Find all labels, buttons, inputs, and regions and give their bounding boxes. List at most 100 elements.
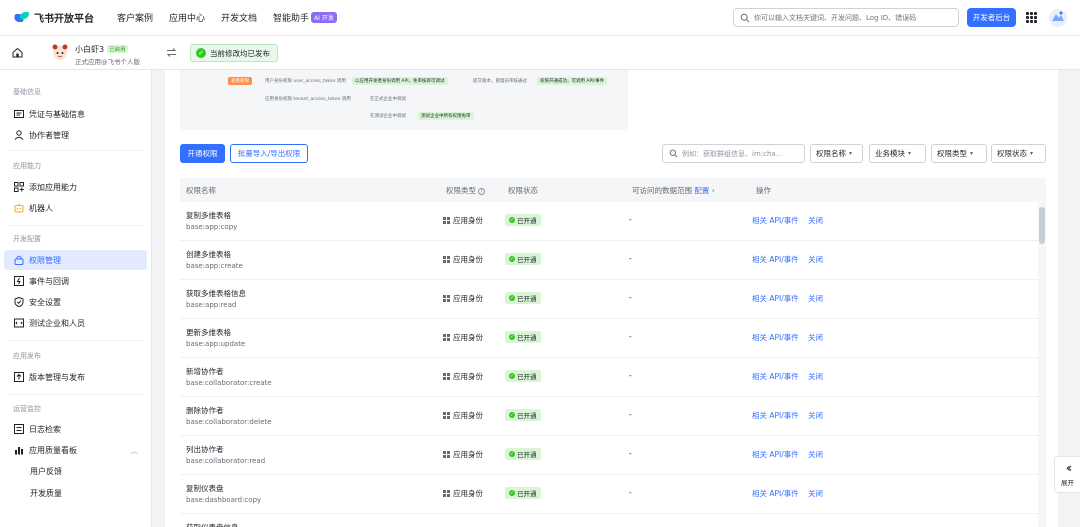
- doc-search-input[interactable]: [754, 13, 954, 22]
- shield-icon: [14, 297, 24, 307]
- apps-grid-icon[interactable]: [1026, 12, 1037, 23]
- permission-name: 列出协作者: [186, 445, 224, 454]
- sidebar-item-test-company[interactable]: 测试企业和人员: [4, 313, 147, 333]
- switch-app-icon[interactable]: [166, 47, 177, 58]
- upload-icon: [14, 372, 24, 382]
- flow-formal-company: 在正式企业中调试: [370, 97, 406, 102]
- sidebar-item-label: 安全设置: [29, 297, 61, 307]
- sidebar-item-label: 添加应用能力: [29, 182, 77, 192]
- doc-search-box[interactable]: [733, 8, 959, 27]
- related-api-link[interactable]: 相关 API/事件: [752, 410, 799, 421]
- related-api-link[interactable]: 相关 API/事件: [752, 254, 799, 265]
- related-api-link[interactable]: 相关 API/事件: [752, 371, 799, 382]
- sidebar-item-collaborators[interactable]: 协作者管理: [4, 125, 147, 145]
- related-api-link[interactable]: 相关 API/事件: [752, 293, 799, 304]
- status-badge: ✓ 已开通: [505, 253, 541, 265]
- user-avatar[interactable]: [1048, 8, 1068, 28]
- data-range: -: [629, 293, 632, 302]
- nav-dev-docs[interactable]: 开发文档: [221, 11, 257, 24]
- status-badge: ✓ 已开通: [505, 370, 541, 382]
- sidebar-item-add-ability[interactable]: 添加应用能力: [4, 177, 147, 197]
- filter-permission-status[interactable]: 权限状态 ▾: [991, 144, 1046, 163]
- status-text: 已开通: [517, 334, 537, 342]
- permission-type: 应用身份: [443, 254, 483, 265]
- related-api-link[interactable]: 相关 API/事件: [752, 488, 799, 499]
- sidebar-item-permissions[interactable]: 权限管理: [4, 250, 147, 270]
- close-permission-link[interactable]: 关闭: [808, 449, 823, 460]
- permission-management-panel: 查看权限 用户身份权限 user_access_token 调用 以应用开发者身…: [165, 70, 1058, 527]
- nav-smart-assistant[interactable]: 智能助手 AI 开发: [273, 11, 337, 24]
- developer-console-button[interactable]: 开发者后台: [967, 8, 1016, 27]
- permission-type-label: 应用身份: [453, 372, 483, 381]
- related-api-link[interactable]: 相关 API/事件: [752, 449, 799, 460]
- data-range: -: [629, 371, 632, 380]
- configure-range-link[interactable]: 配置: [694, 186, 709, 195]
- permission-name: 新增协作者: [186, 367, 224, 376]
- permission-code: base:dashboard:copy: [186, 496, 262, 504]
- sidebar-divider: [8, 225, 144, 226]
- status-text: 已开通: [517, 451, 537, 459]
- permission-name: 更新多维表格: [186, 328, 231, 337]
- close-permission-link[interactable]: 关闭: [808, 215, 823, 226]
- app-name: 小白虾3 已启用: [75, 44, 128, 55]
- log-icon: [14, 424, 24, 434]
- filter-permission-type[interactable]: 权限类型 ▾: [931, 144, 987, 163]
- sidebar-item-versions[interactable]: 版本管理与发布: [4, 367, 147, 387]
- chevron-right-icon[interactable]: ›: [709, 186, 715, 195]
- search-icon: [669, 149, 678, 158]
- close-permission-link[interactable]: 关闭: [808, 293, 823, 304]
- app-avatar: [52, 44, 68, 60]
- expand-panel-button[interactable]: ‹‹ 展开: [1054, 456, 1080, 493]
- double-chevron-left-icon: ‹‹: [1065, 460, 1072, 475]
- brand-logo[interactable]: 飞书开放平台: [12, 10, 94, 25]
- permission-code: base:collaborator:create: [186, 379, 272, 387]
- sidebar-divider: [8, 394, 144, 395]
- sidebar-item-label: 版本管理与发布: [29, 372, 85, 382]
- help-icon[interactable]: ?: [478, 188, 485, 195]
- nav-customer-cases[interactable]: 客户案例: [117, 11, 153, 24]
- filter-permission-name[interactable]: 权限名称 ▾: [810, 144, 863, 163]
- sidebar-item-security[interactable]: 安全设置: [4, 292, 147, 312]
- status-text: 已开通: [517, 490, 537, 498]
- permission-type-label: 应用身份: [453, 216, 483, 225]
- permission-type-label: 应用身份: [453, 489, 483, 498]
- related-api-link[interactable]: 相关 API/事件: [752, 332, 799, 343]
- section-app-ability: 应用能力: [13, 162, 41, 170]
- table-row: 复制仪表盘 base:dashboard:copy 应用身份 ✓ 已开通 - 相关 API/…: [180, 475, 1038, 514]
- sidebar-item-events[interactable]: 事件与回调: [4, 271, 147, 291]
- sidebar-item-bot[interactable]: 机器人: [4, 198, 147, 218]
- sidebar-item-logs[interactable]: 日志检索: [4, 419, 147, 439]
- status-text: 已开通: [517, 217, 537, 225]
- permission-code: base:app:update: [186, 340, 246, 348]
- close-permission-link[interactable]: 关闭: [808, 371, 823, 382]
- table-scrollbar-track[interactable]: [1038, 202, 1046, 527]
- close-permission-link[interactable]: 关闭: [808, 332, 823, 343]
- table-row: 新增协作者 base:collaborator:create 应用身份 ✓ 已开通 - 相关…: [180, 358, 1038, 397]
- permission-search-box[interactable]: 例如：获取群组信息、im:cha...: [662, 144, 805, 163]
- col-operations: 操作: [756, 186, 771, 195]
- open-permission-button[interactable]: 开通权限: [180, 144, 225, 163]
- sidebar-item-credentials[interactable]: 凭证与基础信息: [4, 104, 147, 124]
- filter-business-module[interactable]: 业务模块 ▾: [869, 144, 926, 163]
- sidebar-subitem-dev-quality[interactable]: 开发质量: [30, 488, 62, 499]
- ai-badge: AI 开发: [311, 12, 337, 23]
- permission-code: base:collaborator:delete: [186, 418, 272, 426]
- related-api-link[interactable]: 相关 API/事件: [752, 215, 799, 226]
- chevron-up-icon[interactable]: ︿: [131, 446, 138, 456]
- robot-icon: [14, 203, 24, 213]
- table-scrollbar-thumb[interactable]: [1039, 207, 1045, 244]
- close-permission-link[interactable]: 关闭: [808, 410, 823, 421]
- flow-step-submit: 提交版本，管理员审核通过: [473, 79, 527, 84]
- dropdown-label: 权限状态: [997, 149, 1027, 158]
- batch-import-export-button[interactable]: 批量导入/导出权限: [230, 144, 308, 163]
- nav-app-center[interactable]: 应用中心: [169, 11, 205, 24]
- permission-name: 复制多维表格: [186, 211, 231, 220]
- close-permission-link[interactable]: 关闭: [808, 488, 823, 499]
- check-circle-icon: ✓: [196, 48, 206, 58]
- status-text: 已开通: [517, 256, 537, 264]
- permission-type: 应用身份: [443, 410, 483, 421]
- close-permission-link[interactable]: 关闭: [808, 254, 823, 265]
- home-icon[interactable]: [12, 47, 23, 58]
- sidebar-item-quality[interactable]: 应用质量看板: [4, 440, 147, 460]
- sidebar-subitem-feedback[interactable]: 用户反馈: [30, 466, 62, 477]
